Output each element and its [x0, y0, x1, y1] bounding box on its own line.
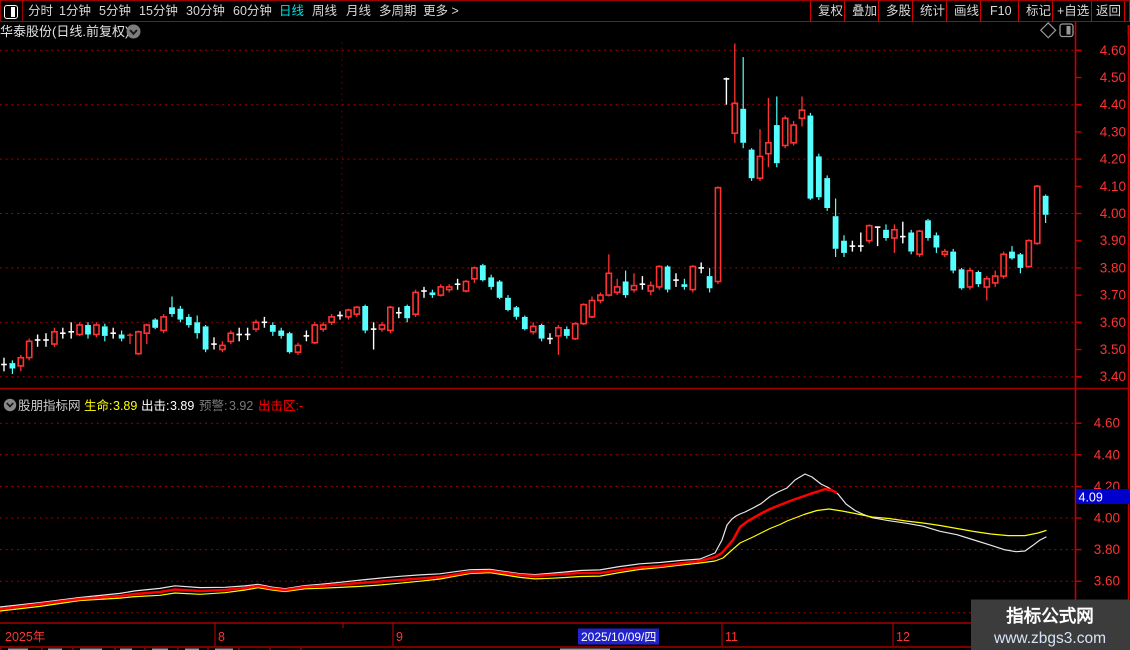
svg-text:出击区:: 出击区: — [258, 399, 299, 413]
svg-text:9: 9 — [396, 630, 403, 644]
svg-text:3.80: 3.80 — [1094, 542, 1120, 557]
svg-text:3.60: 3.60 — [1094, 574, 1120, 589]
svg-text:-: - — [299, 399, 303, 413]
svg-text:4.20: 4.20 — [1100, 152, 1126, 167]
svg-text:3.89: 3.89 — [170, 399, 194, 413]
svg-text:3.70: 3.70 — [1100, 288, 1126, 303]
svg-text:3.50: 3.50 — [1100, 342, 1126, 357]
svg-text:生命:: 生命: — [84, 398, 112, 413]
svg-text:3.80: 3.80 — [1100, 260, 1126, 275]
svg-text:12: 12 — [896, 630, 910, 644]
svg-text:3.92: 3.92 — [229, 399, 253, 413]
svg-text:3.90: 3.90 — [1100, 233, 1126, 248]
svg-text:4.09: 4.09 — [1079, 491, 1103, 505]
svg-text:4.40: 4.40 — [1100, 97, 1126, 112]
svg-text:出击:: 出击: — [141, 399, 169, 413]
svg-text:3.89: 3.89 — [113, 399, 137, 413]
svg-text:4.10: 4.10 — [1100, 179, 1126, 194]
svg-text:3.40: 3.40 — [1100, 369, 1126, 384]
svg-text:2025/10/09/四: 2025/10/09/四 — [581, 630, 656, 644]
svg-text:4.00: 4.00 — [1094, 511, 1120, 526]
svg-text:股朋指标网: 股朋指标网 — [18, 398, 81, 413]
svg-text:8: 8 — [218, 630, 225, 644]
svg-text:指标公式网: 指标公式网 — [1006, 606, 1094, 626]
svg-text:2025年: 2025年 — [5, 630, 45, 644]
svg-text:4.60: 4.60 — [1094, 416, 1120, 431]
svg-text:www.zbgs3.com: www.zbgs3.com — [993, 630, 1106, 647]
svg-text:4.00: 4.00 — [1100, 206, 1126, 221]
svg-text:4.60: 4.60 — [1100, 43, 1126, 58]
svg-text:4.40: 4.40 — [1094, 447, 1120, 462]
svg-text:4.30: 4.30 — [1100, 124, 1126, 139]
svg-text:3.60: 3.60 — [1100, 315, 1126, 330]
svg-text:11: 11 — [725, 630, 738, 644]
svg-text:预警:: 预警: — [199, 398, 227, 413]
svg-text:4.50: 4.50 — [1100, 70, 1126, 85]
